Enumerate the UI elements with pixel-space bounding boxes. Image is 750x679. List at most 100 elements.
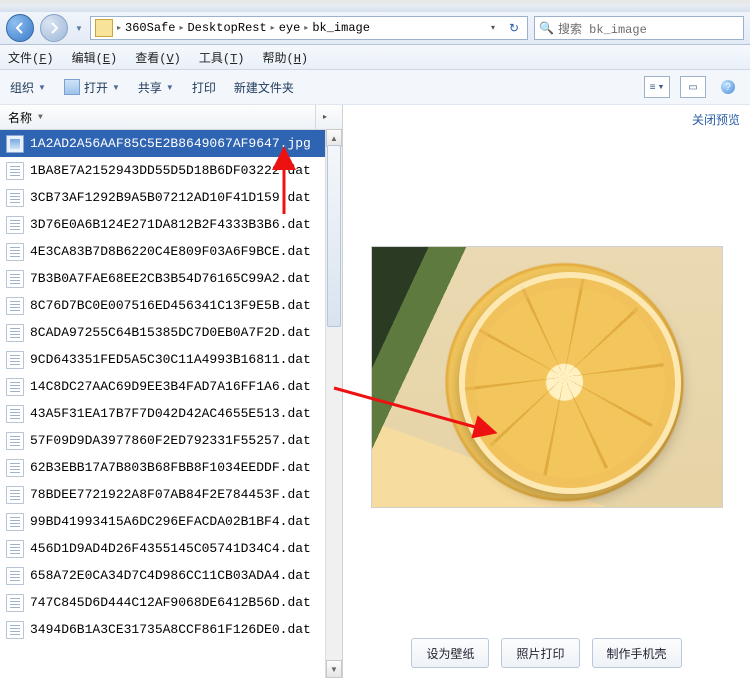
file-name: 1BA8E7A2152943DD55D5D18B6DF03222.dat (30, 164, 311, 177)
make-phone-case-button[interactable]: 制作手机壳 (592, 638, 682, 668)
command-bar: 组织 ▼ 打开 ▼ 共享 ▼ 打印 新建文件夹 ≡ ▼ ▭ ? (0, 70, 750, 105)
share-button[interactable]: 共享 ▼ (138, 79, 174, 96)
search-placeholder: 搜索 bk_image (558, 20, 647, 37)
preview-actions: 设为壁纸 照片打印 制作手机壳 (343, 628, 750, 678)
file-row[interactable]: 43A5F31EA17B7F7D042D42AC4655E513.dat (0, 400, 342, 427)
breadcrumb-item[interactable]: eye (279, 21, 301, 35)
window-titlebar (0, 4, 750, 12)
data-file-icon (6, 324, 24, 342)
new-folder-button[interactable]: 新建文件夹 (234, 79, 294, 96)
scroll-track[interactable] (326, 145, 342, 662)
search-box[interactable]: 🔍 搜索 bk_image (534, 16, 744, 40)
file-row[interactable]: 57F09D9DA3977860F2ED792331F55257.dat (0, 427, 342, 454)
menu-tools[interactable]: 工具(T) (199, 49, 245, 66)
file-name: 456D1D9AD4D26F4355145C05741D34C4.dat (30, 542, 311, 555)
file-row[interactable]: 4E3CA83B7D8B6220C4E809F03A6F9BCE.dat (0, 238, 342, 265)
file-name: 3D76E0A6B124E271DA812B2F4333B3B6.dat (30, 218, 311, 231)
file-row[interactable]: 14C8DC27AAC69D9EE3B4FAD7A16FF1A6.dat (0, 373, 342, 400)
data-file-icon (6, 378, 24, 396)
breadcrumb-item[interactable]: bk_image (312, 21, 370, 35)
data-file-icon (6, 216, 24, 234)
file-row[interactable]: 1A2AD2A56AAF85C5E2B8649067AF9647.jpg (0, 130, 342, 157)
file-row[interactable]: 1BA8E7A2152943DD55D5D18B6DF03222.dat (0, 157, 342, 184)
file-row[interactable]: 747C845D6D444C12AF9068DE6412B56D.dat (0, 589, 342, 616)
file-row[interactable]: 3D76E0A6B124E271DA812B2F4333B3B6.dat (0, 211, 342, 238)
preview-pane-button[interactable]: ▭ (680, 76, 706, 98)
data-file-icon (6, 432, 24, 450)
scroll-thumb[interactable] (327, 145, 341, 327)
scroll-down-button[interactable]: ▼ (326, 660, 342, 678)
column-header-label: 名称 (8, 109, 32, 126)
preview-image (371, 246, 723, 508)
file-name: 8CADA97255C64B15385DC7D0EB0A7F2D.dat (30, 326, 311, 339)
data-file-icon (6, 162, 24, 180)
file-row[interactable]: 78BDEE7721922A8F07AB84F2E784453F.dat (0, 481, 342, 508)
file-name: 747C845D6D444C12AF9068DE6412B56D.dat (30, 596, 311, 609)
file-row[interactable]: 99BD41993415A6DC296EFACDA02B1BF4.dat (0, 508, 342, 535)
menu-help[interactable]: 帮助(H) (263, 49, 309, 66)
file-name: 658A72E0CA34D7C4D986CC11CB03ADA4.dat (30, 569, 311, 582)
vertical-scrollbar[interactable]: ▲ ▼ (325, 129, 342, 678)
organize-button[interactable]: 组织 ▼ (10, 79, 46, 96)
file-name: 1A2AD2A56AAF85C5E2B8649067AF9647.jpg (30, 137, 311, 150)
menu-file[interactable]: 文件(F) (8, 49, 54, 66)
help-button[interactable]: ? (716, 77, 740, 97)
file-row[interactable]: 3CB73AF1292B9A5B07212AD10F41D159.dat (0, 184, 342, 211)
set-wallpaper-button[interactable]: 设为壁纸 (411, 638, 489, 668)
close-preview-link[interactable]: 关闭预览 (692, 111, 740, 128)
data-file-icon (6, 459, 24, 477)
breadcrumb-sep: ▸ (271, 23, 275, 33)
data-file-icon (6, 594, 24, 612)
open-button[interactable]: 打开 ▼ (64, 79, 120, 96)
nav-forward-button[interactable] (40, 14, 68, 42)
file-name: 9CD643351FED5A5C30C11A4993B16811.dat (30, 353, 311, 366)
address-bar-row: ▼ ▸ 360Safe ▸ DesktopRest ▸ eye ▸ bk_ima… (0, 12, 750, 45)
print-button[interactable]: 打印 (192, 79, 216, 96)
file-row[interactable]: 8C76D7BC0E007516ED456341C13F9E5B.dat (0, 292, 342, 319)
file-row[interactable]: 9CD643351FED5A5C30C11A4993B16811.dat (0, 346, 342, 373)
photo-print-button[interactable]: 照片打印 (501, 638, 579, 668)
file-name: 57F09D9DA3977860F2ED792331F55257.dat (30, 434, 311, 447)
open-icon (64, 79, 80, 95)
breadcrumb-sep: ▸ (179, 23, 183, 33)
preview-pane: 关闭预览 设为壁纸 照片打印 制作手机壳 (343, 105, 750, 678)
file-row[interactable]: 658A72E0CA34D7C4D986CC11CB03ADA4.dat (0, 562, 342, 589)
file-row[interactable]: 8CADA97255C64B15385DC7D0EB0A7F2D.dat (0, 319, 342, 346)
refresh-button[interactable]: ↻ (505, 21, 523, 36)
file-name: 8C76D7BC0E007516ED456341C13F9E5B.dat (30, 299, 311, 312)
file-row[interactable]: 456D1D9AD4D26F4355145C05741D34C4.dat (0, 535, 342, 562)
data-file-icon (6, 270, 24, 288)
data-file-icon (6, 243, 24, 261)
file-row[interactable]: 3494D6B1A3CE31735A8CCF861F126DE0.dat (0, 616, 342, 643)
menu-view[interactable]: 查看(V) (135, 49, 181, 66)
menu-bar: 文件(F) 编辑(E) 查看(V) 工具(T) 帮助(H) (0, 45, 750, 70)
menu-edit[interactable]: 编辑(E) (72, 49, 118, 66)
chevron-down-icon: ▼ (38, 113, 43, 122)
data-file-icon (6, 351, 24, 369)
folder-icon (95, 19, 113, 37)
nav-back-button[interactable] (6, 14, 34, 42)
column-header-scroll-right[interactable]: ▸ (315, 105, 334, 129)
file-name: 3CB73AF1292B9A5B07212AD10F41D159.dat (30, 191, 311, 204)
file-row[interactable]: 7B3B0A7FAE68EE2CB3B54D76165C99A2.dat (0, 265, 342, 292)
view-mode-button[interactable]: ≡ ▼ (644, 76, 670, 98)
image-file-icon (6, 135, 24, 153)
file-name: 3494D6B1A3CE31735A8CCF861F126DE0.dat (30, 623, 311, 636)
breadcrumb-sep: ▸ (304, 23, 308, 33)
address-dropdown[interactable]: ▾ (485, 23, 501, 33)
data-file-icon (6, 297, 24, 315)
nav-history-dropdown[interactable]: ▼ (74, 15, 84, 41)
breadcrumb-item[interactable]: DesktopRest (187, 21, 266, 35)
column-header-name[interactable]: 名称 ▼ ▸ (0, 105, 342, 130)
data-file-icon (6, 189, 24, 207)
address-bar[interactable]: ▸ 360Safe ▸ DesktopRest ▸ eye ▸ bk_image… (90, 16, 528, 40)
file-list[interactable]: 1A2AD2A56AAF85C5E2B8649067AF9647.jpg 1BA8… (0, 130, 342, 678)
file-list-panel: 名称 ▼ ▸ 1A2AD2A56AAF85C5E2B8649067AF9647.… (0, 105, 343, 678)
data-file-icon (6, 621, 24, 639)
arrow-left-icon (14, 22, 26, 34)
file-row[interactable]: 62B3EBB17A7B803B68FBB8F1034EEDDF.dat (0, 454, 342, 481)
breadcrumb-item[interactable]: 360Safe (125, 21, 175, 35)
file-name: 14C8DC27AAC69D9EE3B4FAD7A16FF1A6.dat (30, 380, 311, 393)
file-name: 78BDEE7721922A8F07AB84F2E784453F.dat (30, 488, 311, 501)
file-name: 99BD41993415A6DC296EFACDA02B1BF4.dat (30, 515, 311, 528)
